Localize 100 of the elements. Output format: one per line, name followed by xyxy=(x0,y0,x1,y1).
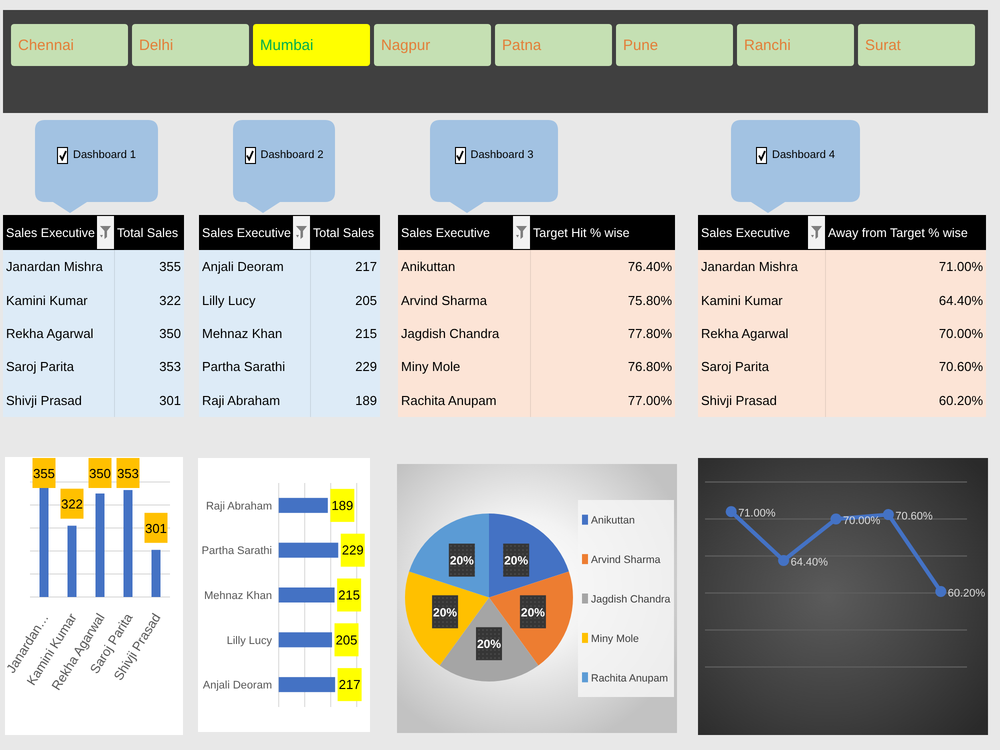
legend-label: Arvind Sharma xyxy=(591,554,660,566)
funnel-icon xyxy=(516,226,527,239)
legend-label: Jagdish Chandra xyxy=(591,593,670,606)
data-label: 355 xyxy=(32,458,56,488)
filter-button[interactable] xyxy=(293,216,310,249)
data-label: 189 xyxy=(330,488,354,522)
tab[interactable]: Surat xyxy=(858,24,975,66)
data-label: 205 xyxy=(336,632,358,648)
data-label: 20% xyxy=(504,554,528,568)
data-label: 217 xyxy=(338,677,360,692)
data-label: 355 xyxy=(33,466,55,481)
data-label: 20% xyxy=(520,595,546,628)
axis-label: Raji Abraham xyxy=(206,500,272,512)
table-cell: 76.40% xyxy=(530,250,675,284)
table-cell: 301 xyxy=(114,384,184,417)
axis-label: Lilly Lucy xyxy=(226,634,272,647)
table-cell: 76.80% xyxy=(530,350,675,384)
table-cell: 70.60% xyxy=(825,350,986,384)
table-cell: 322 xyxy=(114,283,184,317)
table-cell: 229 xyxy=(310,350,380,384)
data-label: 229 xyxy=(340,534,365,567)
checkbox[interactable] xyxy=(454,147,466,164)
data-label: 350 xyxy=(89,466,111,481)
data-label: 20% xyxy=(432,595,458,628)
checkbox-label: Dashboard 2 xyxy=(260,148,324,163)
data-label: 20% xyxy=(503,544,530,577)
table-cell-text: Janardan Mishra xyxy=(5,258,104,276)
checkbox[interactable] xyxy=(57,147,68,164)
table-cell-text: Jagdish Chandra xyxy=(400,324,500,343)
table-cell: 70.00% xyxy=(825,316,986,350)
checkmark-icon xyxy=(758,150,766,161)
column-header: Sales Executive xyxy=(202,226,291,240)
data-label: 353 xyxy=(116,458,140,488)
funnel-icon xyxy=(100,226,111,239)
filter-button[interactable] xyxy=(97,216,114,249)
table-cell-text: Shivji Prasad xyxy=(5,392,83,410)
table-cell: 71.00% xyxy=(825,250,986,284)
data-label: 64.40% xyxy=(790,556,828,568)
data-label: 20% xyxy=(448,544,475,577)
filter-button[interactable] xyxy=(513,216,530,249)
checkbox[interactable] xyxy=(756,147,767,164)
tab[interactable]: Patna xyxy=(495,24,612,66)
tab[interactable]: Ranchi xyxy=(737,24,854,66)
column-header: Sales Executive xyxy=(6,226,95,240)
table-cell-text: Partha Sarathi xyxy=(201,358,286,376)
table-cell: 189 xyxy=(310,384,380,417)
table-cell: 353 xyxy=(114,350,184,384)
data-label: 60.20% xyxy=(948,587,986,600)
checkmark-icon xyxy=(456,150,464,161)
column-header: Away from Target % wise xyxy=(828,226,968,240)
table-cell-text: Saroj Parita xyxy=(700,358,770,376)
table-cell: 77.00% xyxy=(530,384,675,417)
funnel-icon xyxy=(811,226,822,239)
data-label: 215 xyxy=(337,578,362,612)
data-label: 20% xyxy=(450,554,474,568)
table-cell-text: Rachita Anupam xyxy=(400,392,498,410)
column-header: Total Sales xyxy=(313,226,374,240)
tab[interactable]: Delhi xyxy=(132,24,249,66)
data-label: 353 xyxy=(117,466,139,481)
tab[interactable]: Pune xyxy=(616,24,733,66)
data-label: 229 xyxy=(342,542,364,558)
table-cell-text: Anjali Deoram xyxy=(201,258,285,276)
data-label: 322 xyxy=(60,488,84,519)
data-label: 322 xyxy=(61,496,83,512)
table-cell-text: Lilly Lucy xyxy=(201,292,256,310)
column-header: Sales Executive xyxy=(701,226,790,240)
data-point xyxy=(882,509,894,520)
table-cell: 75.80% xyxy=(530,283,675,317)
data-point xyxy=(830,513,842,524)
checkmark-icon xyxy=(58,150,66,161)
table-cell-text: Rekha Agarwal xyxy=(700,324,790,343)
tab[interactable]: Mumbai xyxy=(253,24,370,66)
table-cell: 60.20% xyxy=(825,384,986,417)
table-cell-text: Janardan Mishra xyxy=(700,258,799,276)
column-header: Total Sales xyxy=(117,226,178,240)
table-cell: 205 xyxy=(310,283,380,317)
data-label: 70.00% xyxy=(843,514,880,527)
table-cell: 77.80% xyxy=(530,316,675,350)
data-label: 20% xyxy=(476,637,502,652)
table-cell-text: Raji Abraham xyxy=(201,392,282,410)
data-label: 20% xyxy=(476,627,502,660)
tab[interactable]: Nagpur xyxy=(374,24,491,66)
tab[interactable]: Chennai xyxy=(11,24,128,66)
table-cell-text: Kamini Kumar xyxy=(700,292,784,310)
filter-button[interactable] xyxy=(808,216,825,249)
table-cell: 355 xyxy=(114,250,184,284)
checkbox-label: Dashboard 3 xyxy=(470,148,534,163)
data-label: 70.60% xyxy=(895,510,933,523)
data-label: 205 xyxy=(334,623,358,656)
legend-label: Miny Mole xyxy=(591,632,639,645)
data-label: 71.00% xyxy=(738,508,776,520)
checkbox-label: Dashboard 4 xyxy=(772,148,835,163)
legend-label: Rachita Anupam xyxy=(591,672,668,684)
checkbox-label: Dashboard 1 xyxy=(73,148,136,163)
axis-label: Mehnaz Khan xyxy=(204,590,272,602)
table-cell-text: Shivji Prasad xyxy=(700,392,778,410)
data-label: 301 xyxy=(144,512,168,543)
column-header: Target Hit % wise xyxy=(533,226,630,240)
checkbox[interactable] xyxy=(244,147,256,164)
data-point xyxy=(778,554,790,566)
